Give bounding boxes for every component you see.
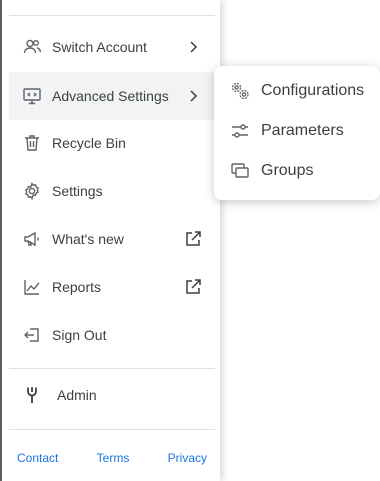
menu-divider bbox=[9, 368, 215, 369]
menu-item-label: Advanced Settings bbox=[52, 88, 169, 104]
submenu-item-parameters[interactable]: Parameters bbox=[214, 111, 380, 151]
menu-item-reports[interactable]: Reports bbox=[9, 263, 215, 311]
external-link-icon bbox=[183, 277, 203, 297]
menu-divider bbox=[9, 15, 215, 16]
menu-item-sign-out[interactable]: Sign Out bbox=[9, 311, 215, 359]
external-link-icon bbox=[183, 229, 203, 249]
menu-divider bbox=[9, 429, 215, 430]
chevron-right-icon bbox=[183, 37, 203, 57]
sign-out-icon bbox=[21, 324, 43, 346]
menu-item-switch-account[interactable]: Switch Account bbox=[9, 23, 215, 71]
chart-line-icon bbox=[21, 276, 43, 298]
menu-item-label: What's new bbox=[52, 231, 124, 247]
menu-item-label: Reports bbox=[52, 279, 102, 295]
sliders-icon bbox=[230, 121, 250, 141]
monitor-code-icon bbox=[21, 85, 43, 107]
trash-icon bbox=[21, 132, 43, 154]
gear-icon bbox=[21, 180, 43, 202]
menu-item-label: Sign Out bbox=[52, 327, 107, 343]
submenu-item-label: Parameters bbox=[261, 122, 344, 139]
menu-item-label: Settings bbox=[52, 183, 103, 199]
switch-account-icon bbox=[21, 36, 43, 58]
menu-item-recycle-bin[interactable]: Recycle Bin bbox=[9, 119, 215, 167]
menu-item-label: Recycle Bin bbox=[52, 135, 126, 151]
menu-item-admin[interactable]: Admin bbox=[9, 371, 215, 419]
megaphone-icon bbox=[21, 228, 43, 250]
menu-item-whats-new[interactable]: What's new bbox=[9, 215, 215, 263]
submenu-item-configurations[interactable]: Configurations bbox=[214, 71, 380, 111]
privacy-link[interactable]: Privacy bbox=[160, 451, 215, 465]
account-menu: Switch Account Advanced Settings Recycle… bbox=[2, 0, 220, 481]
menu-item-label: Admin bbox=[57, 387, 97, 403]
menu-footer: Contact Terms Privacy bbox=[9, 448, 215, 468]
submenu-item-label: Groups bbox=[261, 162, 314, 179]
submenu-item-label: Configurations bbox=[261, 82, 365, 99]
menu-item-label: Switch Account bbox=[52, 39, 147, 55]
menu-item-settings[interactable]: Settings bbox=[9, 167, 215, 215]
contact-link[interactable]: Contact bbox=[9, 451, 66, 465]
chevron-right-icon bbox=[183, 86, 203, 106]
gears-icon bbox=[230, 81, 250, 101]
screens-icon bbox=[230, 161, 250, 181]
terms-link[interactable]: Terms bbox=[89, 451, 138, 465]
menu-item-advanced-settings[interactable]: Advanced Settings bbox=[9, 72, 215, 120]
wrench-icon bbox=[21, 384, 43, 406]
advanced-settings-submenu: Configurations Parameters Groups bbox=[214, 66, 380, 200]
submenu-item-groups[interactable]: Groups bbox=[214, 151, 380, 191]
